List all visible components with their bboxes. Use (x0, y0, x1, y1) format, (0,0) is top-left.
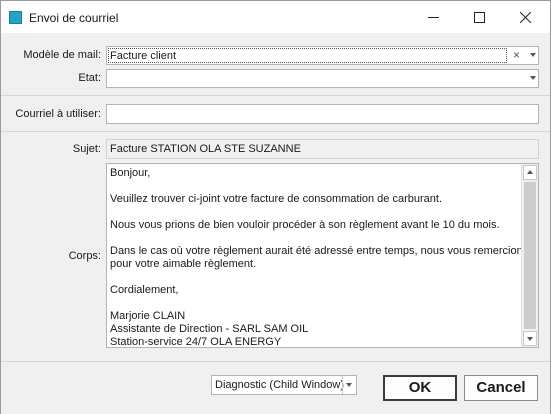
template-select[interactable]: Facture client × (106, 46, 539, 65)
body-line: Assistante de Direction - SARL SAM OIL (110, 323, 309, 335)
body-line: Nous vous prions de bien vouloir procéde… (110, 219, 500, 231)
chevron-down-icon (346, 383, 352, 387)
body-line: Veuillez trouver ci-joint votre facture … (110, 193, 442, 205)
mode-dropdown-button[interactable] (342, 376, 356, 394)
title-bar: Envoi de courriel (1, 1, 550, 33)
email-dialog-window: Envoi de courriel Modèle de mail: Factur… (0, 0, 551, 414)
maximize-icon (474, 12, 485, 23)
clear-icon[interactable]: × (513, 48, 520, 62)
maximize-button[interactable] (457, 1, 503, 33)
close-button[interactable] (503, 1, 549, 33)
chevron-down-icon[interactable] (530, 76, 536, 80)
chevron-down-icon[interactable] (530, 53, 536, 57)
separator (1, 95, 550, 96)
scroll-down-button[interactable] (523, 331, 537, 346)
scroll-thumb[interactable] (524, 182, 536, 329)
body-line: pour votre aimable règlement. (110, 258, 257, 270)
separator (1, 131, 550, 132)
arrow-down-icon (527, 337, 533, 341)
body-textarea[interactable]: Bonjour, Veuillez trouver ci-joint votre… (106, 163, 539, 348)
mail-account-input[interactable] (106, 104, 539, 124)
subject-label: Sujet: (72, 143, 101, 155)
minimize-button[interactable] (411, 1, 457, 33)
state-label: Etat: (78, 72, 101, 84)
body-line: Bonjour, (110, 167, 151, 179)
body-line: Cordialement, (110, 284, 179, 296)
template-value: Facture client (110, 50, 177, 62)
mode-value: Diagnostic (Child Window) (215, 379, 344, 391)
subject-field[interactable]: Facture STATION OLA STE SUZANNE (106, 139, 539, 159)
state-select[interactable] (106, 69, 539, 88)
arrow-up-icon (527, 170, 533, 174)
mode-select[interactable]: Diagnostic (Child Window) (211, 375, 357, 395)
minimize-icon (428, 17, 439, 18)
scroll-up-button[interactable] (523, 165, 537, 180)
body-line: Marjorie CLAIN (110, 310, 186, 322)
ok-button[interactable]: OK (383, 375, 457, 401)
mail-account-label: Courriel à utiliser: (15, 108, 101, 120)
template-label: Modèle de mail: (23, 49, 101, 61)
window-title: Envoi de courriel (29, 11, 119, 25)
button-bar: Diagnostic (Child Window) OK Cancel (1, 361, 550, 414)
body-line: Dans le cas où votre règlement aurait ét… (110, 245, 529, 257)
body-scrollbar[interactable] (521, 164, 538, 347)
body-label: Corps: (68, 250, 101, 262)
close-icon (520, 12, 531, 23)
subject-value: Facture STATION OLA STE SUZANNE (110, 143, 301, 155)
app-icon (9, 11, 22, 24)
cancel-button[interactable]: Cancel (464, 375, 538, 401)
body-line: Station-service 24/7 OLA ENERGY (110, 336, 282, 348)
